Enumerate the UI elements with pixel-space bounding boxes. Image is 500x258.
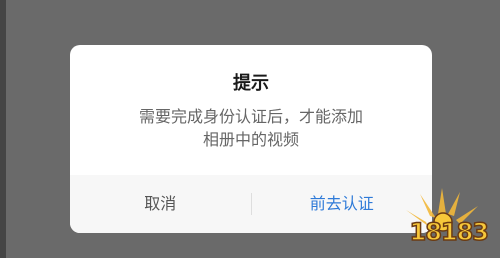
verification-dialog: 提示 需要完成身份认证后，才能添加 相册中的视频 取消 前去认证 <box>70 45 432 233</box>
cancel-button[interactable]: 取消 <box>70 175 251 233</box>
watermark-text: 18183 <box>409 217 490 247</box>
dialog-title: 提示 <box>233 73 269 94</box>
dialog-message-line2: 相册中的视频 <box>202 130 299 149</box>
screen-edge <box>0 0 6 258</box>
site-watermark-logo: 18183 <box>398 184 494 254</box>
dialog-message-line1: 需要完成身份认证后，才能添加 <box>138 107 363 126</box>
dialog-message: 需要完成身份认证后，才能添加 相册中的视频 <box>86 105 416 151</box>
dialog-actions: 取消 前去认证 <box>70 175 432 233</box>
